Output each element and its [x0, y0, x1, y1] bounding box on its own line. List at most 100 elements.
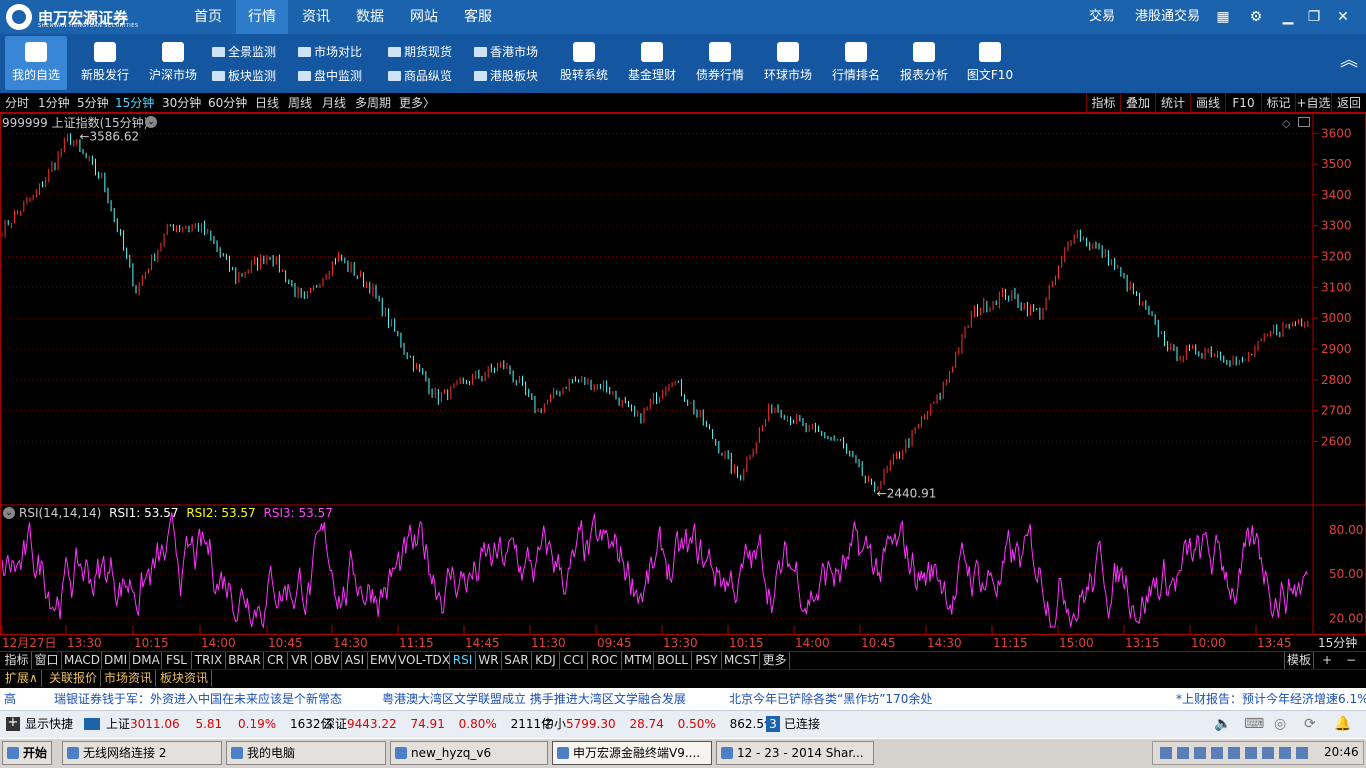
indicator-tab[interactable]: FSL [162, 652, 192, 669]
panel-icon[interactable] [1298, 117, 1310, 127]
nav-service[interactable]: 客服 [456, 0, 500, 34]
indicator-tab[interactable]: 窗口 [32, 652, 62, 669]
tool-mark[interactable]: 标记 [1261, 93, 1295, 113]
plus-icon[interactable]: + [6, 716, 20, 731]
indicator-tab[interactable]: RSI [450, 652, 476, 669]
period-tab[interactable]: 1分钟 [38, 93, 70, 113]
task-folder[interactable]: new_hyzq_v6 [390, 741, 548, 765]
headset-icon[interactable]: ◎ [1274, 710, 1286, 738]
indicator-tab[interactable]: WR [476, 652, 502, 669]
grid-icon[interactable]: ▦ [1214, 8, 1232, 26]
indicator-tab[interactable]: MCST [722, 652, 760, 669]
tb-bond[interactable]: 债券行情 [689, 36, 751, 90]
tool-draw[interactable]: 画线 [1190, 93, 1225, 113]
task-share[interactable]: 12 - 23 - 2014 Shar... [716, 741, 874, 765]
indicator-tab[interactable]: MACD [62, 652, 102, 669]
indicator-tab[interactable]: DMI [102, 652, 130, 669]
ticker-item[interactable]: 粤港澳大湾区文学联盟成立 携手推进大湾区文学融合发展 [382, 688, 686, 710]
task-terminal[interactable]: 申万宏源金融终端V9.... [552, 741, 712, 765]
gear-icon[interactable]: ⚙ [1247, 8, 1265, 26]
indicator-tab[interactable]: KDJ [532, 652, 560, 669]
ticker-item[interactable]: 瑞银证券钱于军：外资进入中国在未来应该是个新常态 [54, 688, 342, 710]
indicator-tab[interactable]: CCI [560, 652, 588, 669]
tb-global[interactable]: 环球市场 [757, 36, 819, 90]
tb-neeq[interactable]: 股转系统 [553, 36, 615, 90]
period-tab[interactable]: 30分钟 [162, 93, 201, 113]
indicator-tab[interactable]: 更多 [760, 652, 790, 669]
tb-panorama-monitor[interactable]: 全景监测 [212, 43, 276, 61]
nav-news[interactable]: 资讯 [294, 0, 338, 34]
period-tab[interactable]: 周线 [288, 93, 312, 113]
indicator-dropdown-icon[interactable]: ⌄ [3, 507, 15, 519]
tool-indicator[interactable]: 指标 [1086, 93, 1120, 113]
bell-icon[interactable]: 🔔 [1334, 710, 1351, 738]
close-icon[interactable]: ✕ [1334, 8, 1352, 26]
tb-market-compare[interactable]: 市场对比 [298, 43, 362, 61]
tool-f10[interactable]: F10 [1225, 93, 1261, 113]
task-wifi[interactable]: 无线网络连接 2 [62, 741, 222, 765]
period-tab[interactable]: 多周期 [355, 93, 391, 113]
tb-fund[interactable]: 基金理财 [621, 36, 683, 90]
tb-hk-market[interactable]: 香港市场 [474, 43, 538, 61]
period-tab[interactable]: 更多〉 [399, 93, 435, 113]
trade-link[interactable]: 交易 [1089, 0, 1119, 34]
template-button[interactable]: 模板 [1284, 652, 1314, 669]
tb-commodity-overview[interactable]: 商品纵览 [388, 67, 452, 85]
chart-title-dropdown-icon[interactable]: ⌄ [145, 116, 157, 128]
period-tab[interactable]: 60分钟 [208, 93, 247, 113]
indicator-tab[interactable]: BRAR [226, 652, 264, 669]
tool-back[interactable]: 返回 [1331, 93, 1366, 113]
indicator-tab[interactable]: VR [288, 652, 312, 669]
minimize-icon[interactable]: ▁ [1279, 8, 1297, 26]
period-tab[interactable]: 日线 [255, 93, 279, 113]
tb-intraday-monitor[interactable]: 盘中监测 [298, 67, 362, 85]
task-my-computer[interactable]: 我的电脑 [226, 741, 386, 765]
tb-ranking[interactable]: 行情排名 [825, 36, 887, 90]
tb-hk-sectors[interactable]: 港股板块 [474, 67, 538, 85]
sh-index-quote[interactable]: 上证3011.06 5.81 0.19% 1632亿 [106, 710, 333, 738]
period-tab[interactable]: 月线 [322, 93, 346, 113]
indicator-tab[interactable]: TRIX [192, 652, 226, 669]
indicator-tab[interactable]: OBV [312, 652, 342, 669]
remove-indicator-button[interactable]: − [1344, 652, 1360, 669]
tray-icons[interactable] [1160, 747, 1310, 759]
add-indicator-button[interactable]: + [1320, 652, 1336, 669]
keyboard-icon[interactable]: ⌨ [1244, 710, 1264, 738]
tool-add-watchlist[interactable]: +自选 [1295, 93, 1331, 113]
tb-ipo[interactable]: 新股发行 [74, 36, 136, 90]
tb-sh-sz-market[interactable]: 沪深市场 [142, 36, 204, 90]
collapse-chevron-icon[interactable]: ︽ [1340, 52, 1358, 70]
period-tab[interactable]: 15分钟 [115, 93, 154, 113]
period-tab[interactable]: 5分钟 [77, 93, 109, 113]
nav-website[interactable]: 网站 [402, 0, 446, 34]
related-quote-tab[interactable]: 关联报价 [46, 670, 102, 687]
nav-quotes[interactable]: 行情 [236, 0, 288, 34]
market-news-tab[interactable]: 市场资讯 [101, 670, 157, 687]
restore-icon[interactable]: ❐ [1305, 8, 1323, 26]
sz-index-quote[interactable]: 深证9443.22 74.91 0.80% 2111亿 [323, 710, 553, 738]
indicator-tab[interactable]: PSY [692, 652, 722, 669]
kline-chart[interactable]: 3600 3500 3400 3300 3200 3100 3000 2900 2800 2700… [0, 113, 1366, 635]
tb-sector-monitor[interactable]: 板块监测 [212, 67, 276, 85]
indicator-tab[interactable]: DMA [130, 652, 162, 669]
refresh-icon[interactable]: ⟳ [1304, 710, 1316, 738]
expand-tab[interactable]: 扩展∧ [2, 670, 42, 687]
start-button[interactable]: 开始 [2, 741, 52, 765]
ticker-item[interactable]: 北京今年已铲除各类“黑作坊”170余处 [729, 688, 932, 710]
indicator-tab[interactable]: 指标 [2, 652, 32, 669]
hk-connect-trade-link[interactable]: 港股通交易 [1135, 0, 1205, 34]
diamond-icon[interactable]: ◇ [1282, 117, 1290, 130]
indicator-tab[interactable]: VOL-TDX [396, 652, 450, 669]
indicator-tab[interactable]: ROC [588, 652, 622, 669]
ticker-item[interactable]: 高 [4, 688, 16, 710]
tool-overlay[interactable]: 叠加 [1120, 93, 1155, 113]
show-shortcut-button[interactable]: 显示快捷 [25, 710, 73, 738]
indicator-tab[interactable]: SAR [502, 652, 532, 669]
period-tab[interactable]: 分时 [5, 93, 29, 113]
speaker-icon[interactable]: 🔈 [1214, 710, 1231, 738]
indicator-tab[interactable]: BOLL [654, 652, 692, 669]
nav-data[interactable]: 数据 [348, 0, 392, 34]
tb-my-watchlist[interactable]: 我的自选 [5, 36, 67, 90]
nav-home[interactable]: 首页 [187, 0, 229, 34]
tool-stats[interactable]: 统计 [1155, 93, 1190, 113]
